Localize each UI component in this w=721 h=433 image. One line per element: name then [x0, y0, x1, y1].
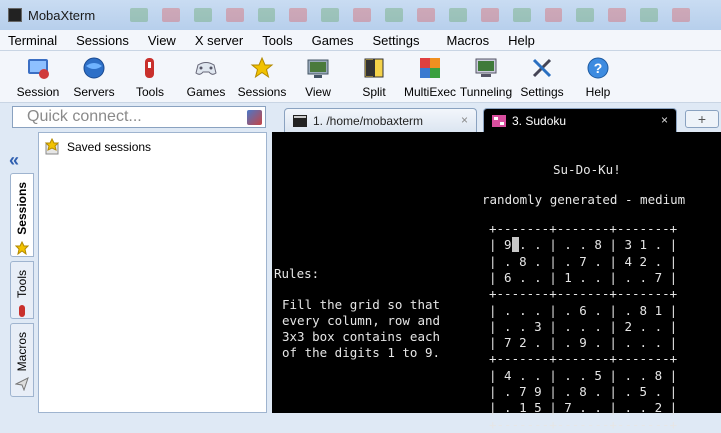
view-button[interactable]: View	[289, 53, 347, 101]
sessions-star-icon	[249, 55, 275, 81]
plus-icon: +	[697, 111, 707, 127]
terminal-cursor	[511, 237, 520, 253]
menu-games[interactable]: Games	[312, 33, 354, 48]
svg-text:?: ?	[594, 60, 603, 76]
sudoku-grid-row: +-------+-------+-------+	[489, 351, 678, 367]
tab-sudoku[interactable]: 3. Sudoku ×	[483, 108, 677, 132]
split-icon	[361, 55, 387, 81]
menu-bar: Terminal Sessions View X server Tools Ga…	[0, 30, 721, 51]
side-tab-sessions[interactable]: Sessions	[10, 173, 34, 257]
sessions-button[interactable]: Sessions	[233, 53, 291, 101]
rules-line: of the digits 1 to 9.	[282, 345, 441, 360]
sudoku-grid-row: | . 1 5 | 7 . . | . . 2 |	[489, 400, 678, 416]
menu-tools[interactable]: Tools	[262, 33, 292, 48]
rules-heading: Rules:	[274, 266, 320, 281]
sudoku-grid-row: | . 8 . | . 7 . | 4 2 . |	[489, 253, 678, 269]
title-bar-decoration	[130, 8, 691, 22]
star-icon	[14, 240, 30, 258]
rules-line: 3x3 box contains each	[282, 329, 441, 344]
tools-small-icon	[15, 304, 29, 321]
sudoku-grid-row: +-------+-------+-------+	[489, 416, 678, 432]
servers-icon	[81, 55, 107, 81]
new-tab-button[interactable]: +	[685, 110, 719, 128]
sudoku-grid-row: | . . 3 | . . . | 2 . . |	[489, 318, 678, 334]
menu-sessions[interactable]: Sessions	[76, 33, 129, 48]
sudoku-grid-row: +-------+-------+-------+	[489, 221, 678, 236]
tab-strip: 1. /home/mobaxterm × 3. Sudoku × +	[272, 108, 721, 132]
sudoku-title: Su-Do-Ku!	[553, 162, 621, 177]
rules-line: Fill the grid so that	[282, 297, 441, 312]
terminal-tab-icon	[293, 114, 307, 127]
menu-terminal[interactable]: Terminal	[8, 33, 57, 48]
multiexec-icon	[417, 55, 443, 81]
tunneling-icon	[473, 55, 499, 81]
view-icon	[305, 55, 331, 81]
menu-x-server[interactable]: X server	[195, 33, 243, 48]
tools-icon	[137, 55, 163, 81]
tab-home-mobaxterm[interactable]: 1. /home/mobaxterm ×	[284, 108, 477, 132]
window-title: MobaXterm	[28, 7, 96, 23]
macros-icon	[14, 377, 29, 394]
rules-line: every column, row and	[282, 313, 441, 328]
settings-icon	[529, 55, 555, 81]
menu-help[interactable]: Help	[508, 33, 535, 48]
menu-view[interactable]: View	[148, 33, 176, 48]
sudoku-grid-row: | 9 . . | . . 8 | 3 1 . |	[489, 237, 678, 253]
quick-connect-placeholder: Quick connect...	[27, 108, 142, 125]
split-button[interactable]: Split	[345, 53, 403, 101]
help-icon: ?	[585, 55, 611, 81]
tools-button[interactable]: Tools	[121, 53, 179, 101]
sessions-panel: Saved sessions	[38, 132, 267, 413]
saved-sessions-star-icon	[43, 138, 61, 156]
sudoku-subtitle: randomly generated - medium	[482, 192, 686, 207]
collapse-sidebar-icon[interactable]: «	[9, 150, 19, 171]
session-icon	[25, 55, 51, 81]
sudoku-tab-icon	[492, 114, 506, 127]
toolbar: Session Servers Tools Games Sessions Vie…	[0, 51, 721, 103]
games-button[interactable]: Games	[177, 53, 235, 101]
tab-close-icon[interactable]: ×	[661, 113, 668, 127]
games-icon	[193, 55, 219, 81]
tab-close-icon[interactable]: ×	[461, 113, 468, 127]
sudoku-grid-row: | . 7 9 | . 8 . | . 5 . |	[489, 384, 678, 399]
side-tab-macros[interactable]: Macros	[10, 323, 34, 397]
sudoku-grid-row: | 6 . . | 1 . . | . . 7 |	[489, 269, 678, 285]
servers-button[interactable]: Servers	[65, 53, 123, 101]
settings-button[interactable]: Settings	[513, 53, 571, 101]
menu-settings[interactable]: Settings	[373, 33, 420, 48]
menu-macros[interactable]: Macros	[446, 33, 489, 48]
session-button[interactable]: Session	[9, 53, 67, 101]
quick-connect-icon[interactable]	[247, 110, 262, 125]
sudoku-grid-row: | 4 . . | . . 5 | . . 8 |	[489, 367, 678, 383]
help-button[interactable]: ? Help	[569, 53, 627, 101]
saved-sessions-item[interactable]: Saved sessions	[43, 138, 151, 156]
tunneling-button[interactable]: Tunneling	[457, 53, 515, 101]
side-tab-tools[interactable]: Tools	[10, 261, 34, 319]
quick-connect-input[interactable]: Quick connect...	[12, 106, 266, 128]
sudoku-grid-row: +-------+-------+-------+	[489, 286, 678, 302]
title-bar: MobaXterm	[0, 0, 721, 30]
sudoku-grid-row: | . . . | . 6 . | . 8 1 |	[489, 302, 678, 318]
sudoku-grid-row: | 7 2 . | . 9 . | . . . |	[489, 335, 678, 351]
multiexec-button[interactable]: MultiExec	[401, 53, 459, 101]
terminal-view[interactable]: Su-Do-Ku! randomly generated - medium Ru…	[272, 132, 721, 432]
mobaxterm-app-icon	[8, 8, 22, 22]
